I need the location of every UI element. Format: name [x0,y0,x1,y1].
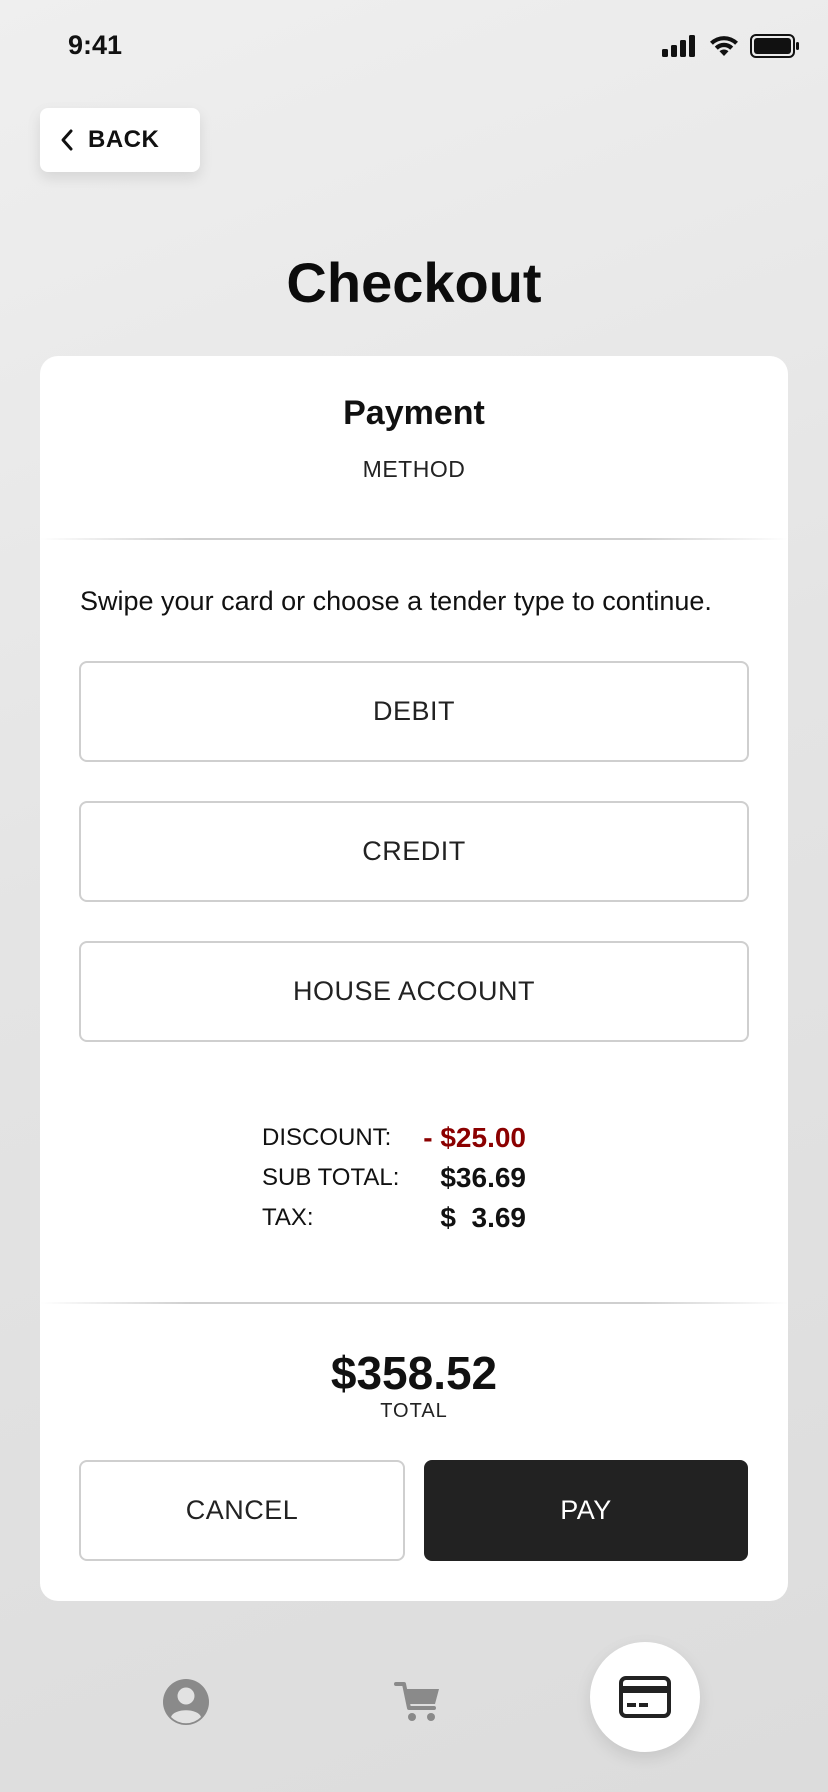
cancel-button[interactable]: CANCEL [79,1460,405,1561]
bottom-nav [0,1620,828,1792]
back-button-label: BACK [88,126,160,153]
subtotal-value: $36.69 [440,1162,526,1193]
back-button[interactable]: BACK [40,108,200,172]
house-account-button[interactable]: HOUSE ACCOUNT [79,941,749,1042]
nav-cart[interactable] [388,1672,448,1732]
total-amount: $358.52 [330,1347,498,1399]
total-label: TOTAL [380,1400,448,1422]
chevron-left-icon [61,129,73,151]
card-title: Payment [343,394,485,432]
status-icons [662,34,800,58]
discount-row: DISCOUNT: - $25.00 [262,1118,526,1158]
status-bar: 9:41 [0,0,828,96]
total-divider [40,1302,788,1304]
subtotal-row: SUB TOTAL: $36.69 [262,1158,526,1198]
nav-payment[interactable] [590,1642,700,1752]
subtotal-label: SUB TOTAL: [262,1164,400,1191]
profile-icon [163,1679,209,1725]
cellular-signal-icon [662,35,695,57]
nav-profile[interactable] [156,1672,216,1732]
credit-button[interactable]: CREDIT [79,801,749,902]
payment-instructions: Swipe your card or choose a tender type … [80,586,712,616]
card-subtitle: METHOD [362,456,466,482]
discount-label: DISCOUNT: [262,1124,392,1151]
pay-button[interactable]: PAY [424,1460,748,1561]
payment-card: Payment METHOD Swipe your card or choose… [40,356,788,1601]
status-time: 9:41 [68,30,123,60]
wifi-icon [710,36,738,56]
tax-row: TAX: $ 3.69 [262,1198,526,1238]
cart-icon [394,1682,439,1721]
page-title: Checkout [286,251,542,314]
battery-icon [750,34,799,58]
credit-card-icon [619,1676,671,1718]
tax-value: $ 3.69 [440,1202,526,1233]
order-summary: DISCOUNT: - $25.00 SUB TOTAL: $36.69 TAX… [262,1118,526,1238]
tax-label: TAX: [262,1204,314,1231]
discount-value: - $25.00 [423,1122,526,1153]
debit-button[interactable]: DEBIT [79,661,749,762]
header-divider [40,538,788,540]
